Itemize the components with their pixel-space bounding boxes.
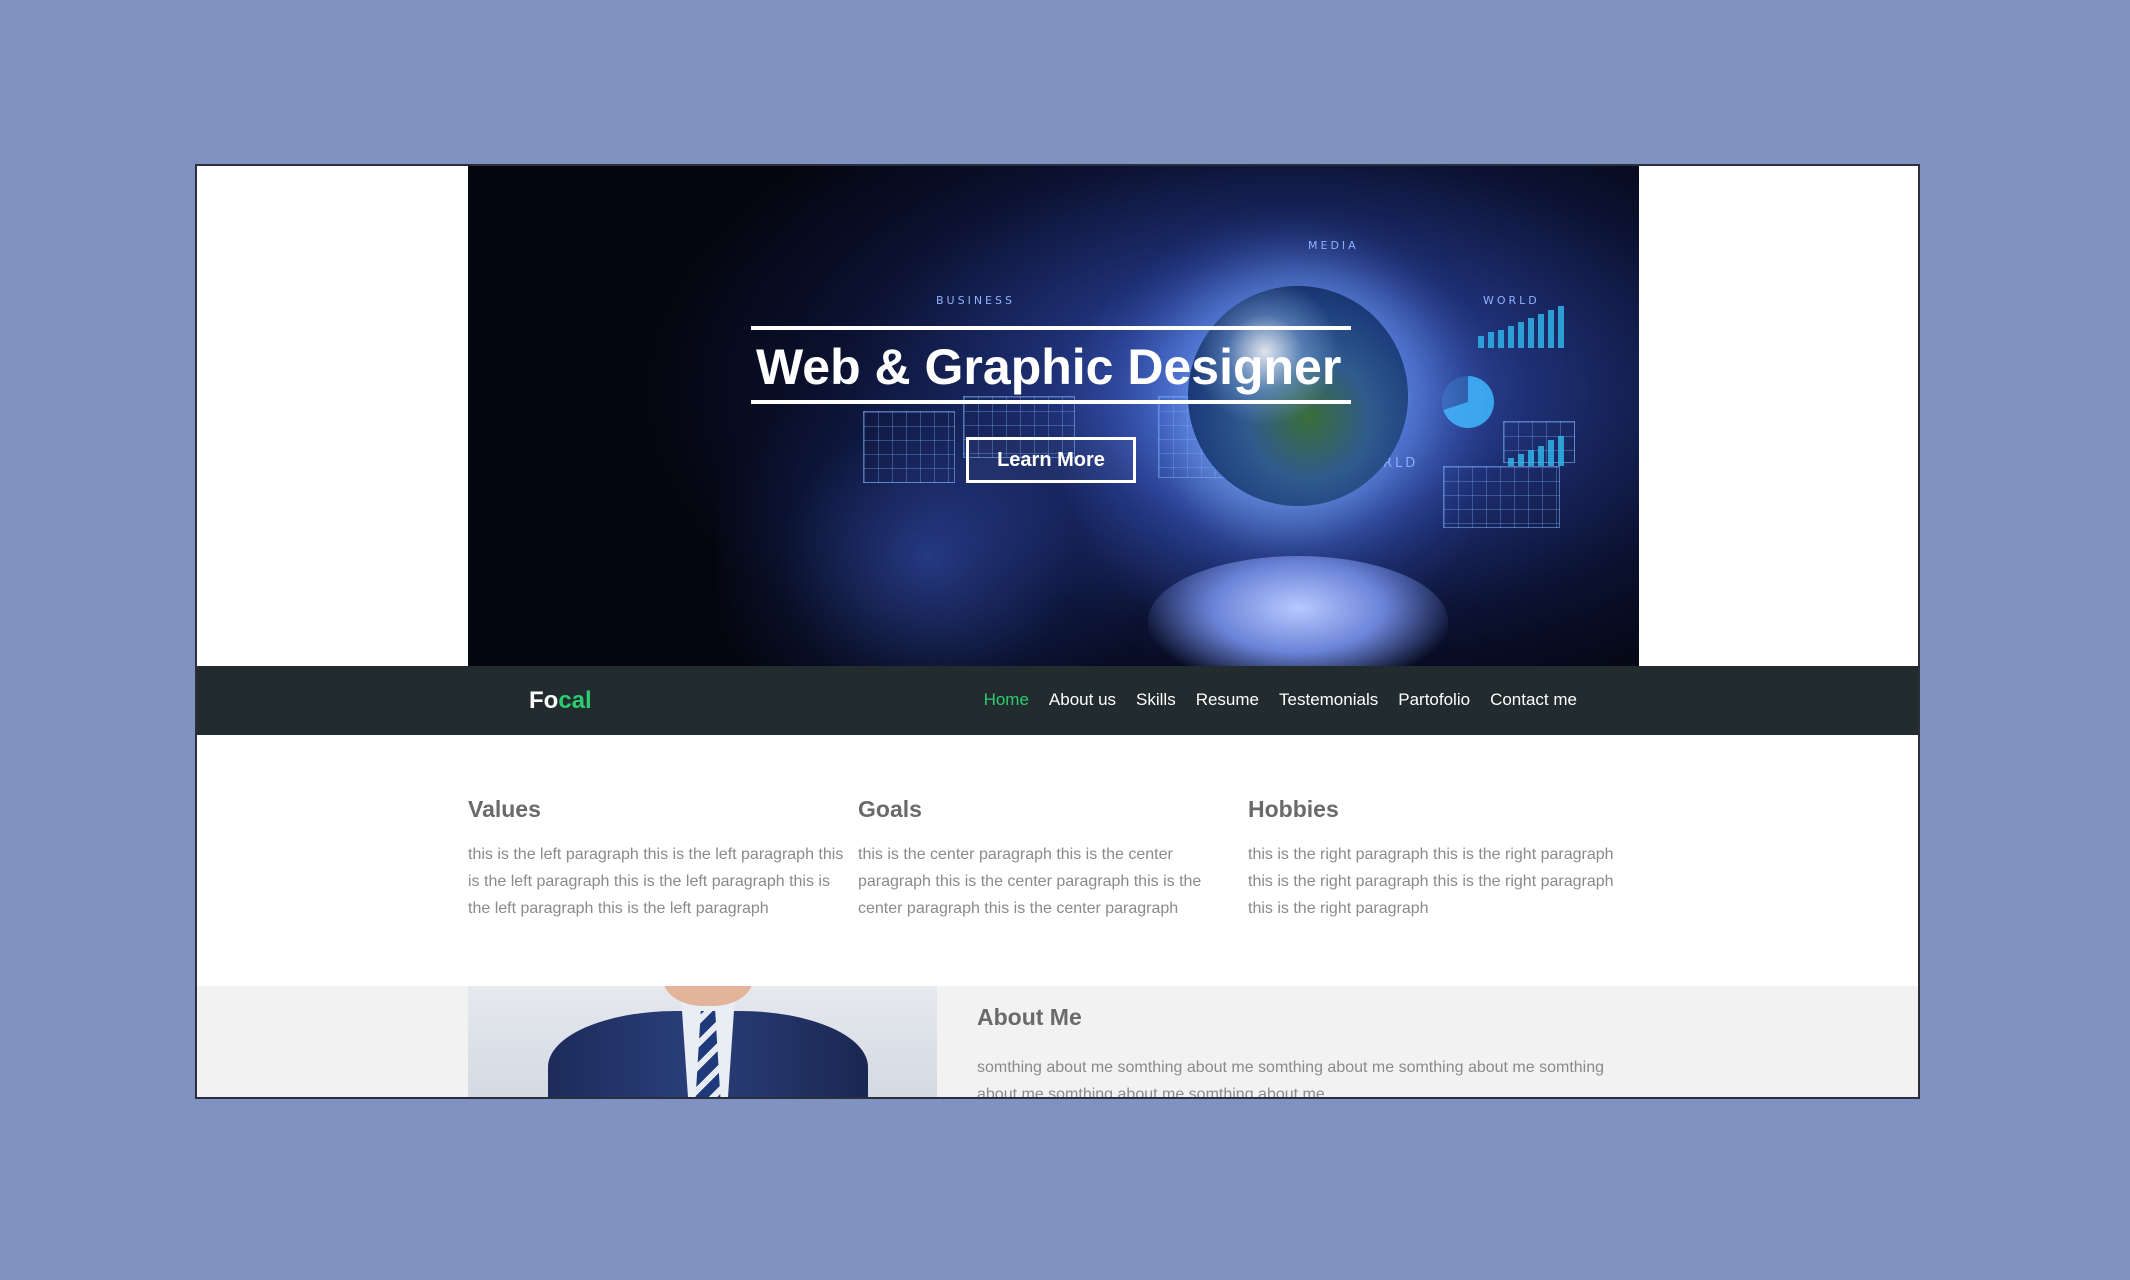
photo-chin (663, 986, 753, 1006)
goals-column: Goals this is the center paragraph this … (858, 796, 1218, 922)
about-paragraph: somthing about me somthing about me somt… (977, 1059, 1605, 1099)
about-heading: About Me (977, 1004, 1082, 1030)
nav-item-home[interactable]: Home (984, 690, 1029, 710)
hero-grid-chart (1443, 466, 1560, 528)
main-navbar: Focal Home About us Skills Resume Testem… (197, 666, 1918, 735)
browser-viewport: BUSINESS MEDIA WORLD RLD Web & Graphic D… (195, 164, 1920, 1099)
hero-label-media: MEDIA (1308, 239, 1359, 252)
logo-text-green: cal (558, 687, 592, 714)
nav-item-skills[interactable]: Skills (1136, 690, 1176, 710)
about-section: About Me somthing about me somthing abou… (197, 986, 1918, 1099)
nav-item-resume[interactable]: Resume (1196, 690, 1259, 710)
logo-text-white: Fo (529, 687, 559, 714)
goals-paragraph: this is the center paragraph this is the… (858, 846, 1202, 917)
hobbies-heading: Hobbies (1248, 796, 1339, 822)
nav-item-portfolio[interactable]: Partofolio (1398, 690, 1470, 710)
values-heading: Values (468, 796, 541, 822)
learn-more-button[interactable]: Learn More (966, 437, 1136, 483)
hero-pie-graphic (1442, 376, 1494, 428)
nav-item-about-us[interactable]: About us (1049, 690, 1116, 710)
hobbies-paragraph: this is the right paragraph this is the … (1248, 846, 1614, 917)
hero-grid-chart (863, 411, 955, 483)
values-paragraph: this is the left paragraph this is the l… (468, 846, 844, 917)
about-photo (468, 986, 937, 1097)
nav-item-contact[interactable]: Contact me (1490, 690, 1577, 710)
hero-bar-graphic (1478, 306, 1564, 348)
goals-heading: Goals (858, 796, 922, 822)
hero-label-world: WORLD (1483, 294, 1540, 307)
nav-item-testimonials[interactable]: Testemonials (1279, 690, 1378, 710)
hero-title: Web & Graphic Designer (756, 339, 1342, 395)
nav-links: Home About us Skills Resume Testemonials… (984, 690, 1577, 710)
hobbies-column: Hobbies this is the right paragraph this… (1248, 796, 1623, 922)
hero-banner: BUSINESS MEDIA WORLD RLD Web & Graphic D… (468, 166, 1639, 666)
hero-label-business: BUSINESS (936, 294, 1015, 307)
site-logo[interactable]: Focal (529, 687, 592, 715)
values-column: Values this is the left paragraph this i… (468, 796, 848, 922)
hero-bar-graphic (1508, 436, 1564, 466)
